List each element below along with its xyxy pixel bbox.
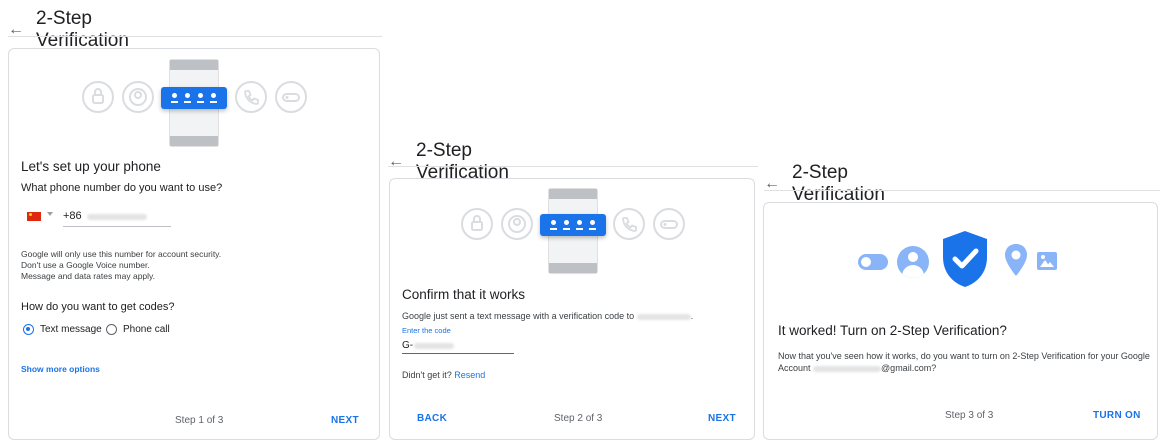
card-title: Confirm that it works: [402, 287, 526, 302]
password-icon: [540, 214, 606, 236]
key-icon: [275, 81, 307, 113]
sent-message-end: .: [690, 311, 694, 321]
account-word: Account: [778, 363, 811, 373]
confirm-card: Confirm that it works Google just sent a…: [389, 178, 755, 440]
show-more-options-link[interactable]: Show more options: [21, 363, 100, 375]
step-indicator: Step 3 of 3: [945, 410, 994, 421]
setup-phone-card: Let's set up your phone What phone numbe…: [8, 48, 380, 440]
phone-number-redacted: [636, 313, 691, 320]
code-prefix: G-: [402, 340, 414, 351]
didnt-get-text: Didn't get it?: [402, 370, 452, 380]
header-divider: [764, 190, 1160, 191]
account-icon: [897, 246, 929, 278]
page-title: 2-Step Verification: [792, 162, 885, 205]
sent-message-text: Google just sent a text message with a v…: [402, 311, 635, 321]
phone-icon: [613, 208, 645, 240]
header-divider: [8, 36, 382, 37]
arrow-back-icon[interactable]: ←: [388, 153, 404, 171]
resend-link[interactable]: Resend: [454, 370, 485, 380]
next-button[interactable]: NEXT: [708, 413, 736, 424]
phone-call-radio[interactable]: [106, 324, 117, 335]
text-message-label[interactable]: Text message: [40, 324, 102, 335]
codes-question: How do you want to get codes?: [21, 301, 175, 313]
lock-icon: [82, 81, 114, 113]
toggle-icon: [858, 254, 888, 270]
header-divider: [388, 166, 758, 167]
code-input[interactable]: G-: [402, 337, 514, 354]
sent-message: Google just sent a text message with a v…: [402, 310, 693, 322]
next-button[interactable]: NEXT: [331, 415, 359, 426]
phone-icon: [235, 81, 267, 113]
account-line: Account @gmail.com?: [778, 362, 936, 374]
disclaimer-3: Message and data rates may apply.: [21, 271, 156, 281]
email-redacted: [813, 365, 882, 372]
card-title: It worked! Turn on 2-Step Verification?: [778, 323, 1007, 338]
turn-on-message: Now that you've seen how it works, do yo…: [778, 351, 1150, 361]
password-icon: [161, 87, 227, 109]
code-redacted: [414, 343, 454, 349]
back-button[interactable]: BACK: [417, 413, 447, 424]
page-header: ← 2-Step Verification: [8, 8, 129, 52]
location-icon: [1005, 244, 1027, 276]
page-title: 2-Step Verification: [36, 8, 129, 51]
turn-on-button[interactable]: TURN ON: [1093, 410, 1141, 421]
country-code: +86: [63, 210, 82, 222]
phone-question: What phone number do you want to use?: [21, 182, 223, 194]
account-icon: [122, 81, 154, 113]
email-suffix: @gmail.com?: [881, 363, 937, 373]
step-indicator: Step 2 of 3: [554, 413, 603, 424]
phone-number-redacted: [87, 214, 147, 220]
success-card: It worked! Turn on 2-Step Verification? …: [763, 202, 1158, 440]
text-message-radio[interactable]: [23, 324, 34, 335]
phone-number-field[interactable]: +86: [63, 208, 171, 227]
dropdown-icon[interactable]: [47, 212, 53, 216]
key-icon: [653, 208, 685, 240]
image-icon: [1037, 252, 1057, 270]
phone-call-label[interactable]: Phone call: [123, 324, 170, 335]
page-header: ← 2-Step Verification: [764, 162, 885, 206]
card-title: Let's set up your phone: [21, 159, 161, 174]
lock-icon: [461, 208, 493, 240]
china-flag-icon[interactable]: [27, 212, 41, 221]
didnt-get-it: Didn't get it? Resend: [402, 369, 485, 381]
shield-check-icon: [943, 231, 987, 287]
code-input-label: Enter the code: [402, 326, 451, 335]
step-indicator: Step 1 of 3: [175, 415, 224, 426]
account-icon: [501, 208, 533, 240]
